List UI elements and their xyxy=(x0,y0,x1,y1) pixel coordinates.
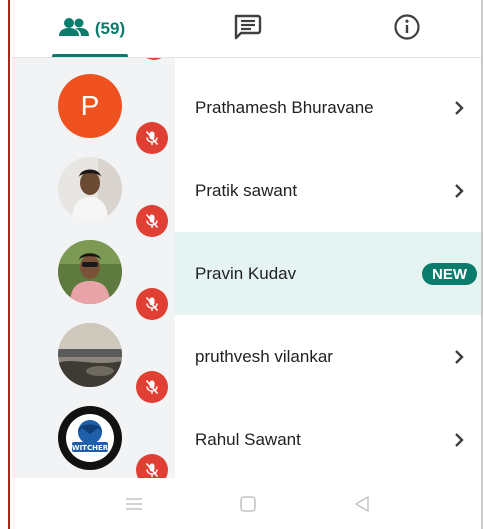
people-icon xyxy=(58,17,89,42)
chat-icon xyxy=(232,14,262,45)
home-square-icon[interactable] xyxy=(228,478,268,529)
avatar xyxy=(58,323,122,387)
participant-name: Rahul Sawant xyxy=(195,429,301,449)
info-icon xyxy=(393,13,421,46)
tab-info[interactable] xyxy=(357,0,457,58)
tab-chat[interactable] xyxy=(197,0,297,58)
tab-people[interactable]: (59) xyxy=(42,0,142,58)
participant-row[interactable]: P Prathamesh Bhuravane xyxy=(12,66,481,154)
participant-count: (59) xyxy=(94,19,126,38)
avatar: P xyxy=(58,74,122,138)
participant-row[interactable]: pruthvesh vilankar xyxy=(12,315,481,403)
new-badge: NEW xyxy=(422,263,477,285)
participant-name: Pravin Kudav xyxy=(195,263,297,283)
chevron-right-icon[interactable] xyxy=(453,315,465,398)
avatar: WITCHER xyxy=(58,406,122,470)
participant-row[interactable]: WITCHER Rahul Sawant xyxy=(12,398,481,478)
participant-row[interactable]: Pratik sawant xyxy=(12,149,481,237)
participant-row[interactable]: Pravin Kudav NEW xyxy=(12,232,481,320)
participant-name: Prathamesh Bhuravane xyxy=(195,97,374,117)
system-nav-bar xyxy=(12,478,481,529)
window-frame-left xyxy=(0,0,10,529)
menu-icon[interactable] xyxy=(114,478,154,529)
chevron-right-icon[interactable] xyxy=(453,398,465,478)
chevron-right-icon[interactable] xyxy=(453,66,465,149)
avatar xyxy=(58,240,122,304)
chevron-right-icon[interactable] xyxy=(453,149,465,232)
participant-name: Pratik sawant xyxy=(195,180,298,200)
back-triangle-icon[interactable] xyxy=(342,478,382,529)
avatar xyxy=(58,157,122,221)
avatar-logo-text: WITCHER xyxy=(72,444,109,452)
avatar-letter: P xyxy=(80,90,100,121)
participant-name: pruthvesh vilankar xyxy=(195,346,333,366)
tab-selected-indicator xyxy=(52,54,128,57)
tab-bar: (59) xyxy=(12,0,481,58)
muted-mic-icon xyxy=(136,454,168,478)
participant-list[interactable]: P Prathamesh Bhuravane Pratik sawant Pra… xyxy=(12,58,481,478)
